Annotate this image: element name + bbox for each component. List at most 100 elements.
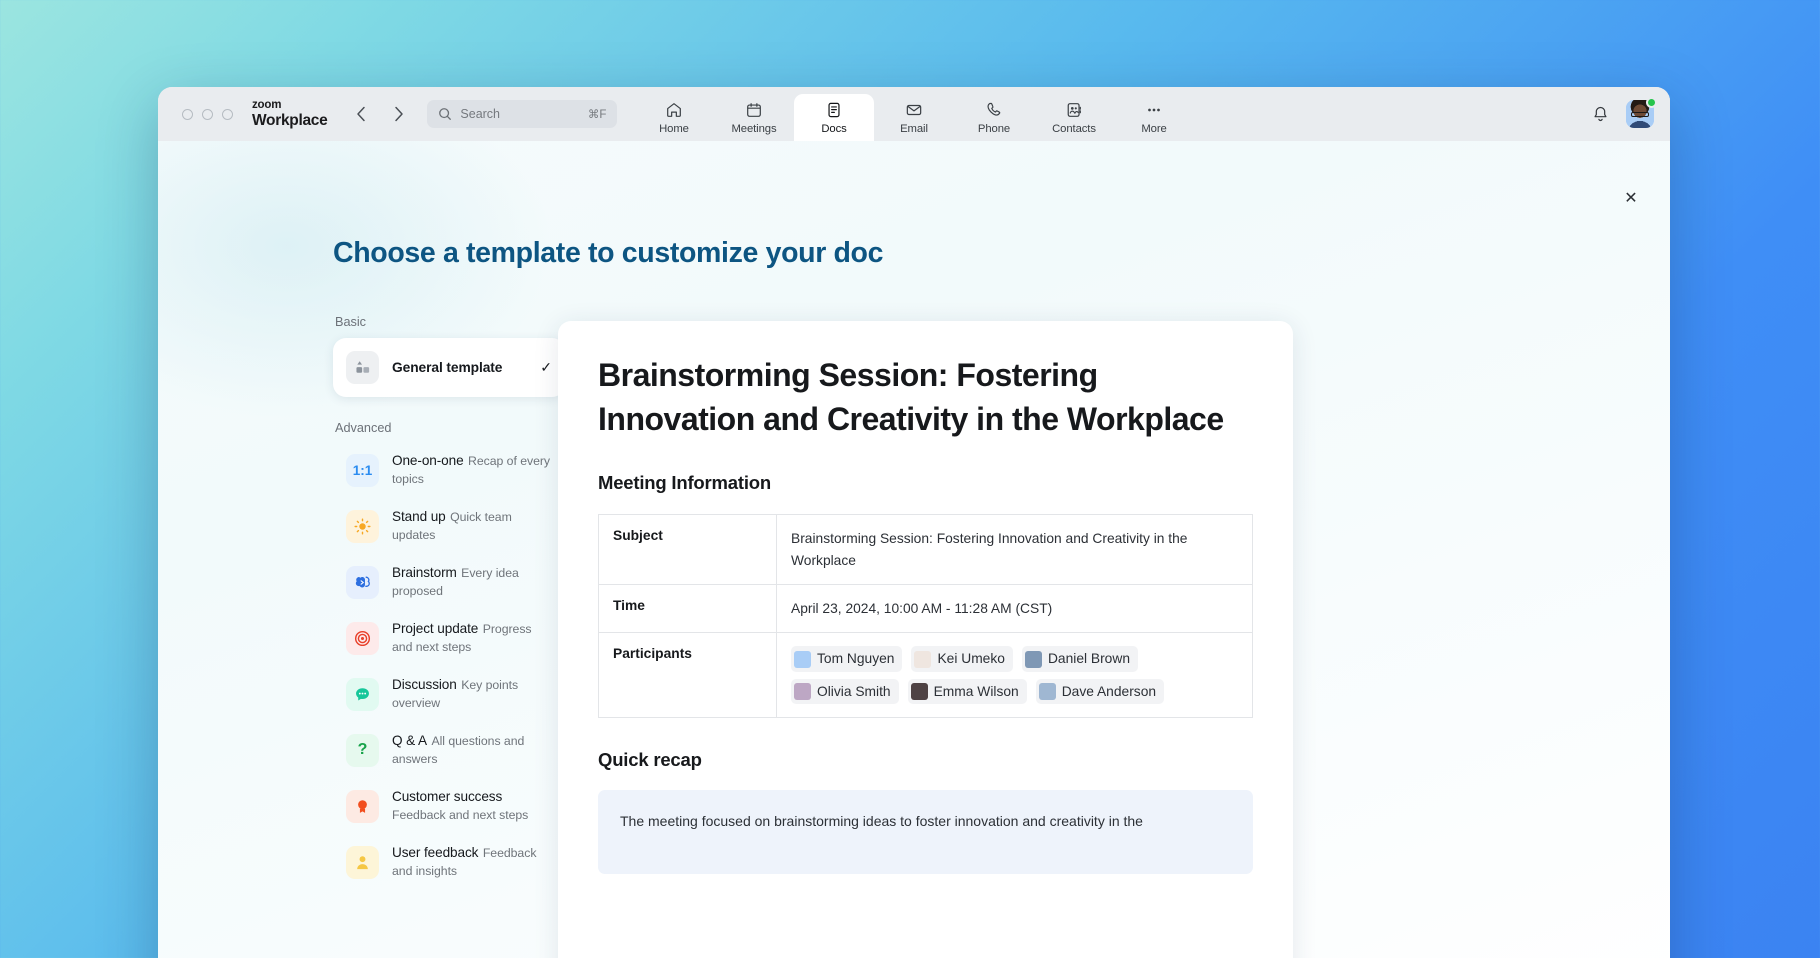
- search-placeholder: Search: [460, 107, 579, 121]
- title-bar-right-controls: [1591, 87, 1654, 141]
- participant-name: Dave Anderson: [1062, 681, 1156, 702]
- sidebar-item-general-template-text: General template: [392, 359, 523, 377]
- sidebar-item-stand-up[interactable]: Stand up Quick team updates: [333, 500, 565, 552]
- table-row: Participants Tom Nguyen Kei Umeko: [599, 633, 1253, 718]
- avatar: [1025, 651, 1042, 668]
- search-icon: [438, 107, 452, 121]
- avatar[interactable]: [1626, 100, 1654, 128]
- list-item: Kei Umeko: [911, 646, 1012, 671]
- calendar-icon: [745, 101, 763, 120]
- document-body: Brainstorming Session: Fostering Innovat…: [558, 321, 1293, 874]
- avatar: [794, 651, 811, 668]
- sidebar-item-one-on-one-text: One-on-one Recap of every topics: [392, 452, 552, 488]
- back-arrow-icon[interactable]: [349, 102, 373, 126]
- tab-meetings[interactable]: Meetings: [714, 94, 794, 141]
- template-preview-card: Brainstorming Session: Fostering Innovat…: [558, 321, 1293, 958]
- target-icon: [346, 622, 379, 655]
- status-badge: [1646, 97, 1657, 108]
- sidebar-item-qa-label: Q & A: [392, 733, 427, 748]
- contacts-icon: [1065, 101, 1083, 120]
- table-row: Time April 23, 2024, 10:00 AM - 11:28 AM…: [599, 585, 1253, 633]
- tab-email[interactable]: Email: [874, 94, 954, 141]
- participant-name: Olivia Smith: [817, 681, 891, 702]
- brand-workplace-text: Workplace: [252, 113, 327, 129]
- table-cell-key-participants: Participants: [599, 633, 777, 718]
- sidebar-item-qa-text: Q & A All questions and answers: [392, 732, 552, 768]
- navigation-arrows: [349, 102, 411, 126]
- tab-email-label: Email: [900, 123, 928, 135]
- search-input[interactable]: Search ⌘F: [427, 100, 617, 128]
- sidebar-item-one-on-one[interactable]: 1:1 One-on-one Recap of every topics: [333, 444, 565, 496]
- tab-phone-label: Phone: [978, 123, 1010, 135]
- sidebar-item-brainstorm-text: Brainstorm Every idea proposed: [392, 564, 552, 600]
- avatar: [914, 651, 931, 668]
- page-title: Choose a template to customize your doc: [333, 237, 883, 270]
- sidebar-item-one-on-one-label: One-on-one: [392, 453, 464, 468]
- tab-docs-label: Docs: [821, 123, 846, 135]
- choose-template-modal: ✕ Choose a template to customize your do…: [158, 141, 1670, 958]
- person-icon: [346, 846, 379, 879]
- avatar: [794, 683, 811, 700]
- sidebar-item-project-update[interactable]: Project update Progress and next steps: [333, 612, 565, 664]
- list-item: Dave Anderson: [1036, 679, 1164, 704]
- table-cell-key-subject: Subject: [599, 515, 777, 585]
- bell-icon[interactable]: [1591, 105, 1610, 124]
- forward-arrow-icon[interactable]: [387, 102, 411, 126]
- list-item: Daniel Brown: [1022, 646, 1138, 671]
- speech-bubble-icon: [346, 678, 379, 711]
- one-to-one-icon: 1:1: [346, 454, 379, 487]
- template-sidebar: Basic General template ✓ Advanced 1:1 On…: [333, 315, 565, 892]
- tab-phone[interactable]: Phone: [954, 94, 1034, 141]
- sidebar-item-discussion[interactable]: Discussion Key points overview: [333, 668, 565, 720]
- sidebar-item-customer-success-text: Customer success Feedback and next steps: [392, 788, 552, 824]
- tab-home-label: Home: [659, 123, 689, 135]
- sidebar-item-user-feedback-text: User feedback Feedback and insights: [392, 844, 552, 880]
- title-bar: zoom Workplace Search ⌘F Home: [158, 87, 1670, 141]
- window-traffic-lights[interactable]: [182, 109, 233, 120]
- check-icon: ✓: [540, 359, 552, 376]
- envelope-icon: [905, 101, 923, 120]
- sidebar-item-project-update-text: Project update Progress and next steps: [392, 620, 552, 656]
- avatar: [1039, 683, 1056, 700]
- maximize-window-button[interactable]: [222, 109, 233, 120]
- sidebar-item-user-feedback-label: User feedback: [392, 845, 478, 860]
- tab-more[interactable]: More: [1114, 94, 1194, 141]
- list-item: Tom Nguyen: [791, 646, 902, 671]
- sidebar-item-brainstorm-label: Brainstorm: [392, 565, 457, 580]
- table-cell-key-time: Time: [599, 585, 777, 633]
- tab-home[interactable]: Home: [634, 94, 714, 141]
- sidebar-item-general-template[interactable]: General template ✓: [333, 338, 565, 397]
- brand-zoom-text: zoom: [252, 100, 327, 112]
- sidebar-item-discussion-label: Discussion: [392, 677, 457, 692]
- avatar-glasses: [1631, 112, 1649, 117]
- ellipsis-icon: [1145, 101, 1163, 120]
- close-icon[interactable]: ✕: [1614, 181, 1648, 215]
- close-window-button[interactable]: [182, 109, 193, 120]
- minimize-window-button[interactable]: [202, 109, 213, 120]
- zoom-workplace-logo: zoom Workplace: [252, 100, 327, 128]
- participant-chip-list: Tom Nguyen Kei Umeko Daniel Brown: [791, 646, 1238, 704]
- phone-icon: [985, 101, 1003, 120]
- meeting-information-heading: Meeting Information: [598, 472, 1253, 494]
- question-mark-icon: ?: [346, 734, 379, 767]
- award-ribbon-icon: [346, 790, 379, 823]
- list-item: Emma Wilson: [908, 679, 1027, 704]
- sidebar-item-user-feedback[interactable]: User feedback Feedback and insights: [333, 836, 565, 888]
- sidebar-item-qa[interactable]: ? Q & A All questions and answers: [333, 724, 565, 776]
- sidebar-item-stand-up-label: Stand up: [392, 509, 446, 524]
- tab-docs[interactable]: Docs: [794, 94, 874, 141]
- brain-icon: [346, 566, 379, 599]
- participant-name: Emma Wilson: [934, 681, 1019, 702]
- sidebar-item-project-update-label: Project update: [392, 621, 478, 636]
- sidebar-item-brainstorm[interactable]: Brainstorm Every idea proposed: [333, 556, 565, 608]
- group-label-advanced: Advanced: [335, 421, 565, 435]
- search-shortcut-hint: ⌘F: [588, 107, 607, 121]
- sidebar-item-general-template-label: General template: [392, 360, 502, 375]
- sun-icon: [346, 510, 379, 543]
- tab-contacts[interactable]: Contacts: [1034, 94, 1114, 141]
- sidebar-item-customer-success[interactable]: Customer success Feedback and next steps: [333, 780, 565, 832]
- tab-contacts-label: Contacts: [1052, 123, 1096, 135]
- quick-recap-heading: Quick recap: [598, 749, 1253, 771]
- sidebar-item-discussion-text: Discussion Key points overview: [392, 676, 552, 712]
- participant-name: Tom Nguyen: [817, 648, 894, 669]
